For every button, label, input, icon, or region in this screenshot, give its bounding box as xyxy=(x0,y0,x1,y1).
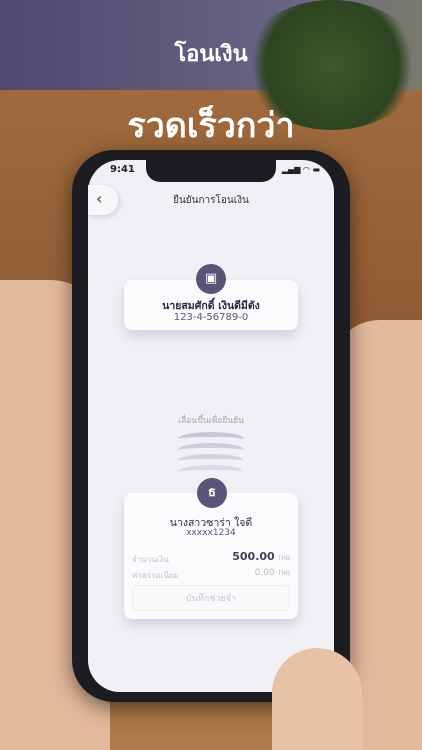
battery-icon: ▬ xyxy=(312,165,320,174)
phone-screen: 9:41 ▂▄▆ ◠ ▬ ‹ ยืนยันการโอนเงิน นายสมศัก… xyxy=(88,160,334,692)
status-icons: ▂▄▆ ◠ ▬ xyxy=(282,165,320,174)
swipe-up-chevron[interactable] xyxy=(178,465,244,479)
wifi-icon: ◠ xyxy=(302,165,310,174)
nav-title: ยืนยันการโอนเงิน xyxy=(173,195,249,206)
amount-value: 500.00 xyxy=(232,550,275,563)
thumb xyxy=(272,648,362,750)
amount-row: จำนวนเงิน 500.00 THB xyxy=(132,550,290,566)
fee-currency: THB xyxy=(277,570,290,577)
amount-currency: THB xyxy=(277,555,290,562)
amount-label: จำนวนเงิน xyxy=(132,555,169,564)
promo-title: โอนเงิน xyxy=(174,42,248,67)
promo-headline: รวดเร็วกว่า xyxy=(127,106,295,146)
notch xyxy=(146,160,276,182)
fee-label: ค่าธรรมเนียม xyxy=(132,571,179,580)
status-time: 9:41 xyxy=(110,164,135,175)
bank-icon: ธ xyxy=(197,478,227,508)
fee-value: 0.00 xyxy=(254,568,275,578)
recipient-account: 123-4-56789-0 xyxy=(173,312,249,323)
fee-row: ค่าธรรมเนียม 0.00 THB xyxy=(132,568,290,582)
sender-account: xxxxx1234 xyxy=(186,528,236,538)
memo-button[interactable]: บันทึกช่วยจำ xyxy=(132,585,290,611)
signal-icon: ▂▄▆ xyxy=(281,165,301,174)
phone-card-icon: ▣ xyxy=(196,264,226,294)
swipe-hint: เลื่อนขึ้นเพื่อยืนยัน xyxy=(178,416,244,426)
sender-card[interactable]: นางสาวซาร่า ใจดี xxxxx1234 จำนวนเงิน 500… xyxy=(124,493,298,619)
